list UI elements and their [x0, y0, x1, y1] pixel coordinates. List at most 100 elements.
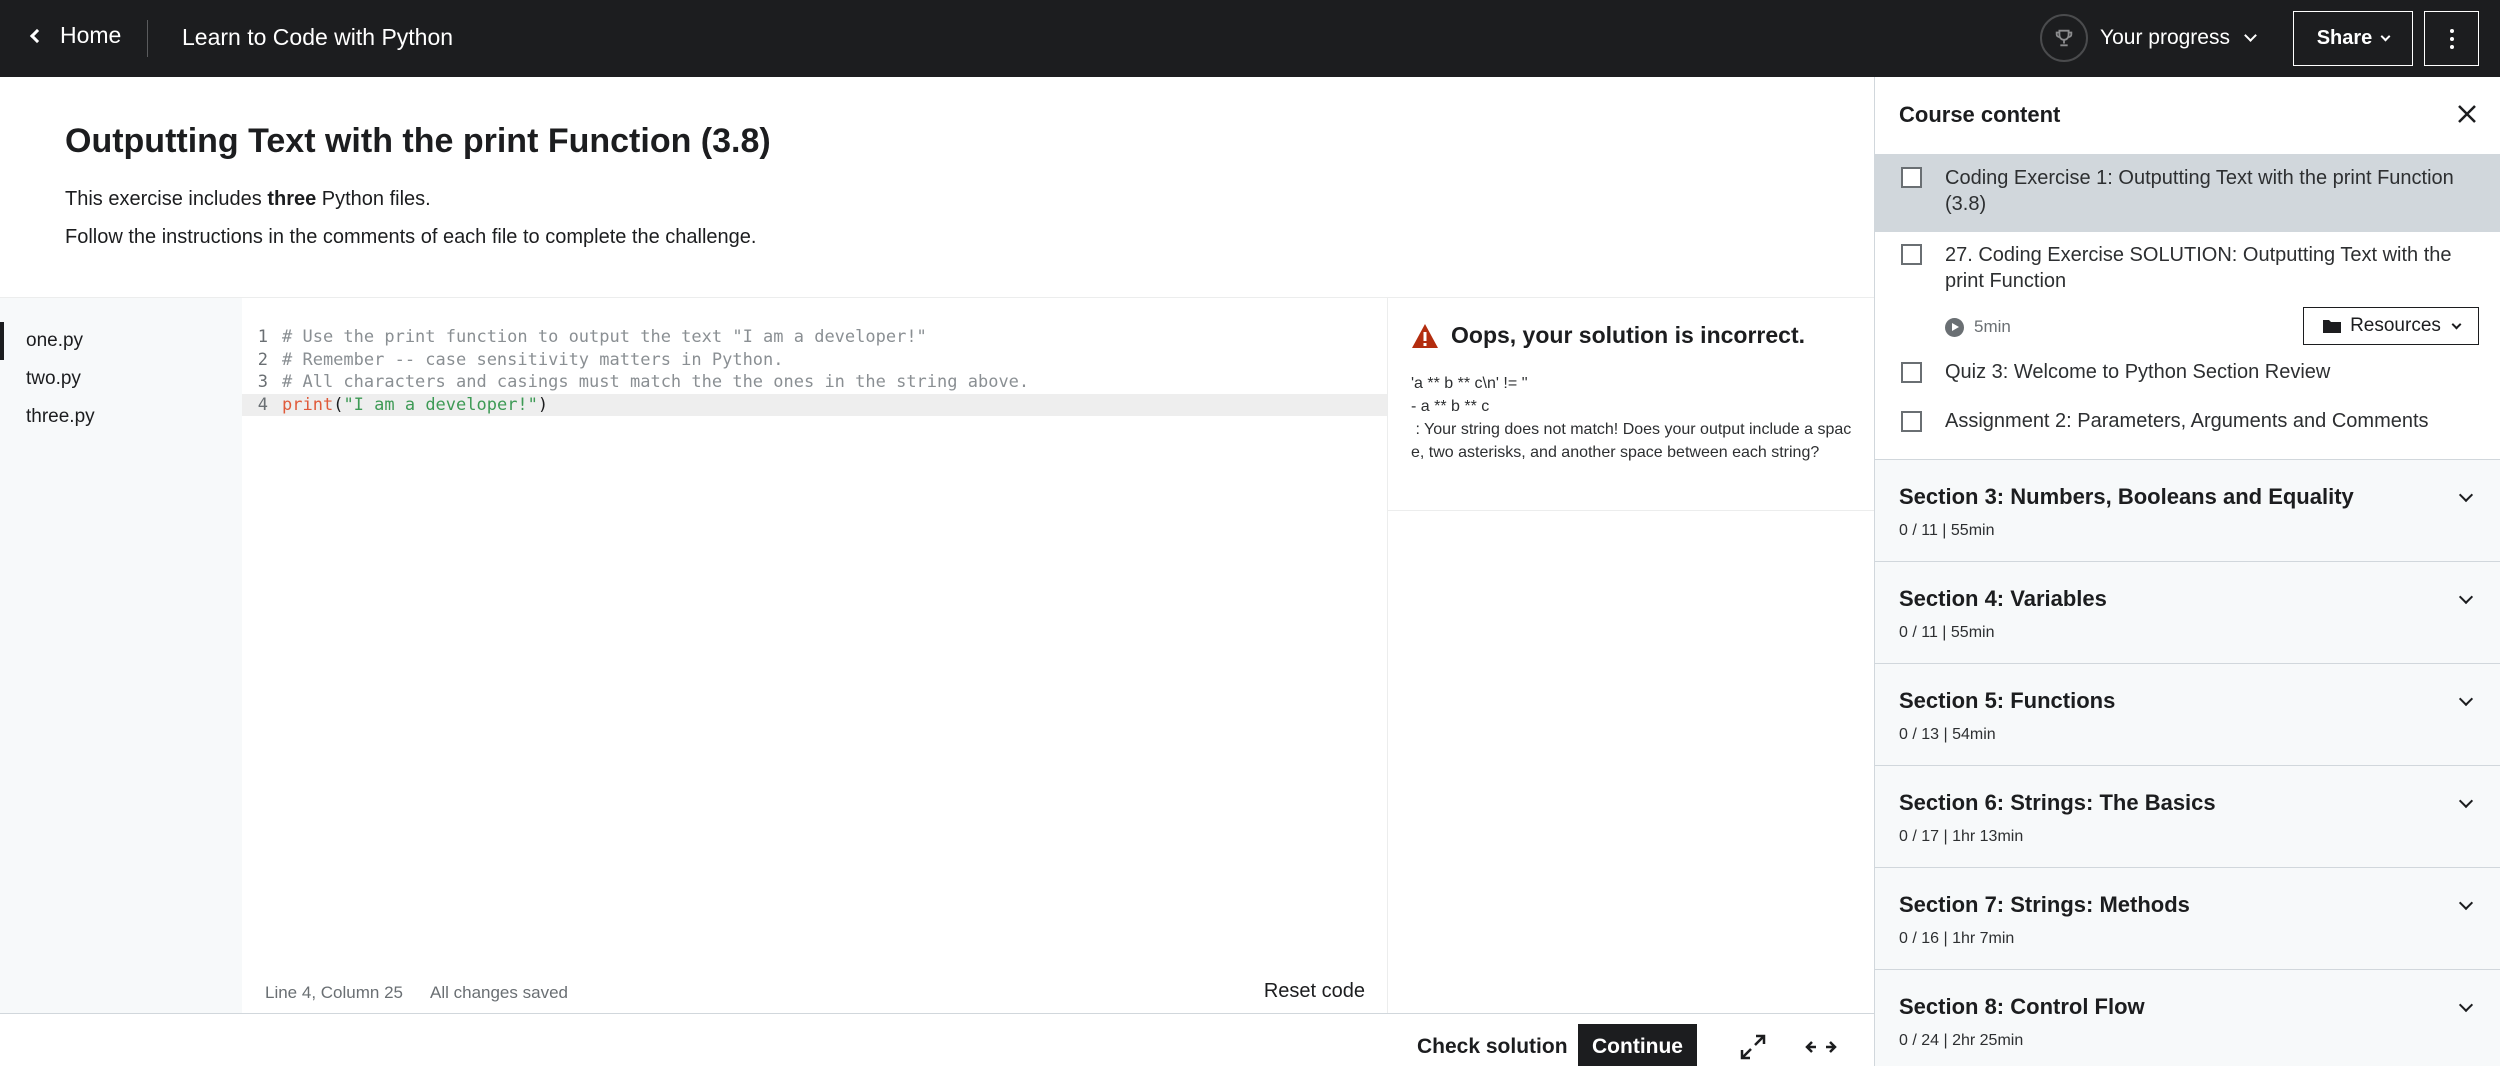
- lesson-duration: 5min: [1945, 317, 2011, 337]
- section-title: Section 5: Functions: [1899, 688, 2116, 713]
- exercise-title: Outputting Text with the print Function …: [65, 122, 771, 160]
- lesson-checkbox[interactable]: [1901, 244, 1922, 265]
- share-button[interactable]: Share: [2293, 11, 2413, 66]
- section-5[interactable]: Section 5: Functions 0 / 13 | 54min: [1875, 663, 2500, 765]
- lesson-item[interactable]: Quiz 3: Welcome to Python Section Review: [1875, 356, 2500, 405]
- section-6[interactable]: Section 6: Strings: The Basics 0 / 17 | …: [1875, 765, 2500, 867]
- cursor-position: Line 4, Column 25: [265, 983, 403, 1002]
- chevron-down-icon: [2458, 997, 2474, 1013]
- section-meta: 0 / 13 | 54min: [1899, 726, 1996, 743]
- chevron-down-icon: [2458, 691, 2474, 707]
- file-tab-two-py[interactable]: two.py: [0, 360, 242, 398]
- line-number: 2: [257, 349, 268, 370]
- check-solution-button[interactable]: Check solution: [1407, 1024, 1578, 1066]
- lesson-title: Coding Exercise 1: Outputting Text with …: [1945, 167, 2454, 215]
- dot: [2449, 36, 2454, 41]
- code-comment: # Use the print function to output the t…: [282, 327, 927, 348]
- lesson-item[interactable]: Assignment 2: Parameters, Arguments and …: [1875, 405, 2500, 461]
- file-tabs: one.py two.py three.py: [0, 298, 242, 1014]
- code-comment: # Remember -- case sensitivity matters i…: [282, 349, 784, 370]
- chevron-down-icon: [2451, 319, 2462, 329]
- dot: [2449, 28, 2454, 33]
- code-string: "I am a developer!": [343, 394, 538, 415]
- section-3[interactable]: Section 3: Numbers, Booleans and Equalit…: [1875, 459, 2500, 561]
- code-line[interactable]: 3 # All characters and casings must matc…: [242, 371, 1387, 394]
- result-line: - a ** b ** c: [1411, 398, 1490, 415]
- code-comment: # All characters and casings must match …: [282, 372, 1030, 393]
- divider: [147, 20, 148, 57]
- section-4[interactable]: Section 4: Variables 0 / 11 | 55min: [1875, 561, 2500, 663]
- line-number: 1: [257, 327, 268, 348]
- exercise-description: This exercise includes three Python file…: [65, 188, 431, 211]
- course-title[interactable]: Learn to Code with Python: [182, 24, 453, 51]
- desc-bold: three: [267, 188, 317, 210]
- play-icon: [1945, 317, 1964, 337]
- section-7[interactable]: Section 7: Strings: Methods 0 / 16 | 1hr…: [1875, 867, 2500, 969]
- desc-prefix: This exercise includes: [65, 188, 268, 210]
- section-title: Section 3: Numbers, Booleans and Equalit…: [1899, 484, 2354, 509]
- section-8[interactable]: Section 8: Control Flow 0 / 24 | 2hr 25m…: [1875, 969, 2500, 1066]
- save-status: All changes saved: [430, 983, 568, 1002]
- dot: [2449, 44, 2454, 49]
- home-link[interactable]: Home: [26, 22, 121, 49]
- code-line[interactable]: 2 # Remember -- case sensitivity matters…: [242, 349, 1387, 372]
- section-meta: 0 / 16 | 1hr 7min: [1899, 930, 2015, 947]
- section-title: Section 6: Strings: The Basics: [1899, 790, 2216, 815]
- lesson-checkbox[interactable]: [1901, 167, 1922, 188]
- code-line-current[interactable]: 4 print("I am a developer!"): [242, 393, 1387, 416]
- lesson-checkbox[interactable]: [1901, 411, 1922, 432]
- resources-label: Resources: [2350, 315, 2441, 336]
- divider: [1388, 510, 1875, 511]
- code-punctuation: ): [537, 394, 549, 415]
- trophy-icon[interactable]: [2040, 14, 2088, 62]
- top-navigation-bar: Home Learn to Code with Python Your prog…: [0, 0, 2500, 77]
- expand-width-icon[interactable]: [1804, 1032, 1838, 1062]
- code-punctuation: (: [333, 394, 344, 415]
- coding-exercise-area: one.py two.py three.py 1 # Use the print…: [0, 297, 1875, 1014]
- result-message: 'a ** b ** c\n' != '' - a ** b ** c : You…: [1411, 372, 1856, 464]
- your-progress-dropdown[interactable]: Your progress: [2100, 26, 2257, 50]
- share-label: Share: [2316, 27, 2373, 49]
- result-heading: Oops, your solution is incorrect.: [1411, 322, 1805, 349]
- result-heading-text: Oops, your solution is incorrect.: [1451, 322, 1805, 348]
- code-line[interactable]: 1 # Use the print function to output the…: [242, 326, 1387, 349]
- fullscreen-icon[interactable]: [1738, 1032, 1768, 1062]
- section-meta: 0 / 17 | 1hr 13min: [1899, 828, 2024, 845]
- section-title: Section 4: Variables: [1899, 586, 2107, 611]
- lesson-title: Assignment 2: Parameters, Arguments and …: [1945, 410, 2429, 432]
- lesson-title: 27. Coding Exercise SOLUTION: Outputting…: [1945, 244, 2452, 292]
- chevron-down-icon: [2380, 31, 2391, 42]
- lesson-item[interactable]: Coding Exercise 1: Outputting Text with …: [1875, 155, 2500, 232]
- section-meta: 0 / 11 | 55min: [1899, 522, 1995, 539]
- progress-label: Your progress: [2100, 26, 2230, 49]
- result-panel: Oops, your solution is incorrect. 'a ** …: [1387, 298, 1875, 1014]
- chevron-down-icon: [2458, 487, 2474, 503]
- course-content-sidebar: Course content Coding Exercise 1: Output…: [1874, 77, 2500, 1066]
- line-number: 4: [257, 394, 268, 415]
- section-title: Section 8: Control Flow: [1899, 994, 2145, 1019]
- section-title: Section 7: Strings: Methods: [1899, 892, 2190, 917]
- lesson-title: Quiz 3: Welcome to Python Section Review: [1945, 361, 2331, 383]
- more-options-button[interactable]: [2424, 11, 2479, 66]
- chevron-down-icon: [2458, 895, 2474, 911]
- chevron-left-icon: [29, 28, 45, 43]
- file-tab-one-py[interactable]: one.py: [0, 322, 242, 360]
- chevron-down-icon: [2458, 589, 2474, 605]
- code-keyword: print: [282, 394, 334, 415]
- close-icon[interactable]: [2456, 103, 2478, 125]
- home-label: Home: [60, 22, 122, 48]
- lesson-checkbox[interactable]: [1901, 362, 1922, 383]
- desc-suffix: Python files.: [316, 188, 431, 210]
- sidebar-title: Course content: [1899, 102, 2061, 127]
- section-meta: 0 / 11 | 55min: [1899, 624, 1995, 641]
- sidebar-header: Course content: [1875, 77, 2500, 155]
- file-tab-three-py[interactable]: three.py: [0, 398, 242, 436]
- continue-button[interactable]: Continue: [1578, 1024, 1697, 1066]
- chevron-down-icon: [2244, 28, 2257, 42]
- chevron-down-icon: [2458, 793, 2474, 809]
- code-editor[interactable]: 1 # Use the print function to output the…: [242, 298, 1387, 968]
- exercise-instructions: Follow the instructions in the comments …: [65, 226, 757, 248]
- reset-code-button[interactable]: Reset code: [1264, 980, 1365, 1003]
- resources-button[interactable]: Resources: [2303, 307, 2479, 345]
- lesson-item[interactable]: 27. Coding Exercise SOLUTION: Outputting…: [1875, 232, 2500, 356]
